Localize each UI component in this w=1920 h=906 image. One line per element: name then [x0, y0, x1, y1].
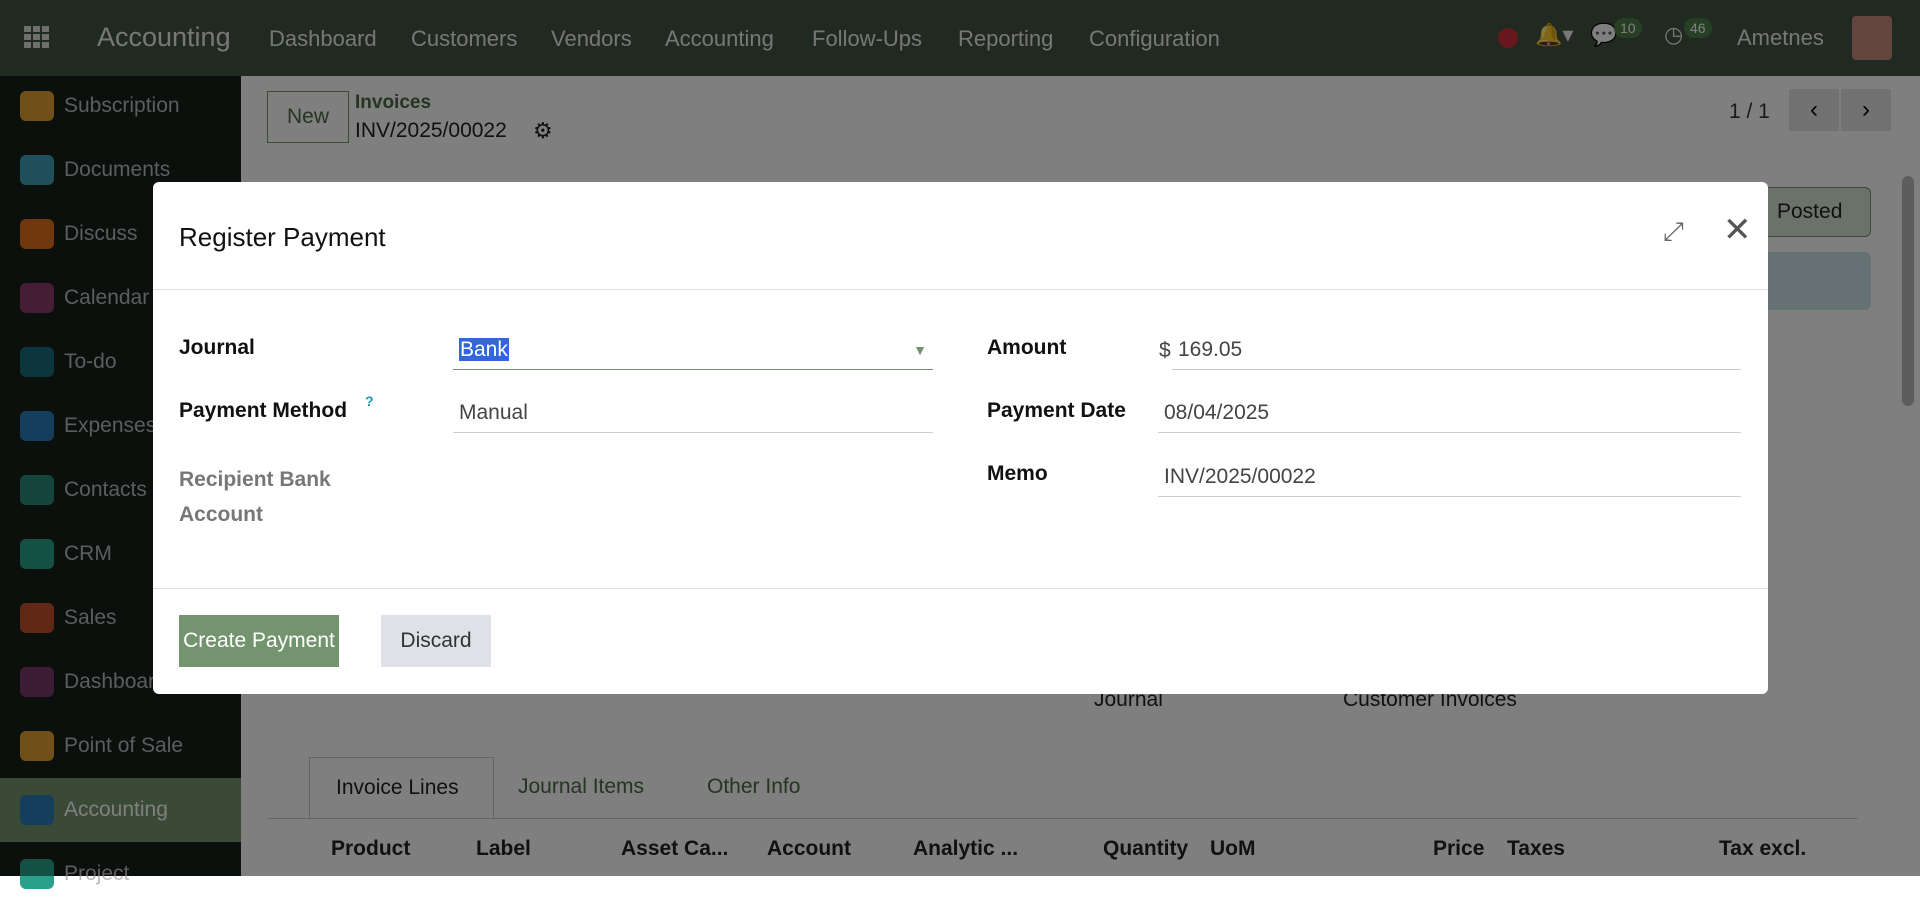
discard-button[interactable]: Discard [381, 615, 491, 667]
currency-symbol: $ [1159, 339, 1171, 362]
header-divider [153, 289, 1768, 290]
create-payment-button[interactable]: Create Payment [179, 615, 339, 667]
amount-field[interactable]: 169.05 [1172, 332, 1741, 370]
payment-date-field[interactable]: 08/04/2025 [1158, 395, 1741, 433]
payment-date-value: 08/04/2025 [1164, 401, 1270, 424]
register-payment-dialog: Register Payment ⤢ ✕ Journal Bank ▼ Paym… [153, 182, 1768, 694]
memo-value: INV/2025/00022 [1164, 465, 1316, 488]
amount-value: 169.05 [1178, 338, 1243, 361]
amount-label: Amount [987, 336, 1067, 359]
close-icon[interactable]: ✕ [1723, 210, 1752, 250]
journal-select[interactable]: Bank ▼ [453, 332, 933, 370]
payment-method-field[interactable]: Manual [453, 395, 933, 433]
journal-value: Bank [459, 338, 509, 361]
memo-field[interactable]: INV/2025/00022 [1158, 459, 1741, 497]
chevron-down-icon: ▼ [913, 342, 927, 358]
footer-divider [153, 588, 1768, 589]
journal-label: Journal [179, 336, 255, 359]
payment-method-value: Manual [459, 401, 528, 424]
payment-date-label: Payment Date [987, 399, 1126, 422]
help-icon[interactable]: ? [365, 393, 374, 409]
recipient-bank-label: Recipient Bank Account [179, 468, 331, 526]
memo-label: Memo [987, 462, 1048, 485]
dialog-title: Register Payment [179, 222, 386, 252]
payment-method-label: Payment Method [179, 399, 348, 422]
expand-icon[interactable]: ⤢ [1663, 216, 1684, 248]
